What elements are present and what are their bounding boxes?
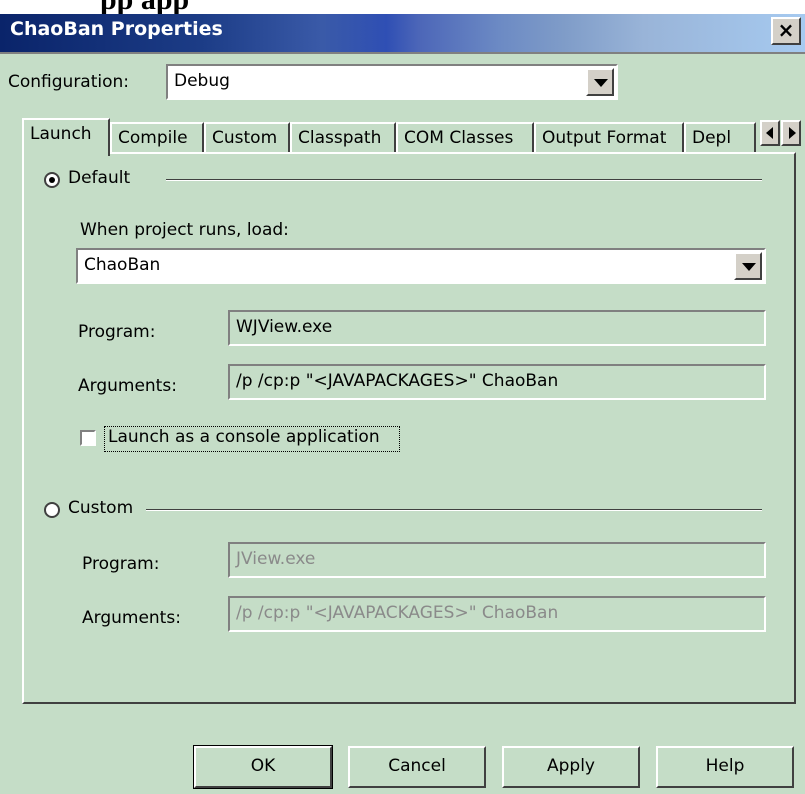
program-label: Program: — [78, 322, 156, 342]
tab-output-format[interactable]: Output Format — [534, 122, 684, 154]
ok-button[interactable]: OK — [193, 745, 333, 789]
custom-arguments-field[interactable]: /p /cp:p "<JAVAPACKAGES>" ChaoBan — [228, 596, 766, 632]
help-button[interactable]: Help — [656, 746, 794, 788]
load-select[interactable]: ChaoBan — [76, 248, 766, 284]
custom-radio[interactable] — [44, 502, 60, 518]
tab-label: COM Classes — [404, 128, 514, 148]
properties-dialog: ChaoBan Properties × Configuration: Debu… — [0, 14, 805, 794]
load-label: When project runs, load: — [80, 220, 289, 240]
program-field: WJView.exe — [228, 310, 766, 346]
title-bar[interactable]: ChaoBan Properties × — [0, 14, 805, 54]
custom-radio-label[interactable]: Custom — [68, 498, 133, 518]
custom-program-value: JView.exe — [236, 549, 316, 569]
arguments-label: Arguments: — [78, 376, 177, 396]
console-checkbox-label[interactable]: Launch as a console application — [108, 427, 380, 447]
arguments-field: /p /cp:p "<JAVAPACKAGES>" ChaoBan — [228, 364, 766, 400]
load-value: ChaoBan — [84, 255, 161, 275]
tab-label: Depl — [692, 128, 732, 148]
tab-classpath[interactable]: Classpath — [290, 122, 396, 154]
dialog-title: ChaoBan Properties — [10, 18, 223, 40]
configuration-label: Configuration: — [8, 72, 130, 92]
custom-arguments-label: Arguments: — [82, 608, 181, 628]
default-radio-label[interactable]: Default — [68, 168, 130, 188]
tab-launch[interactable]: Launch — [22, 118, 110, 156]
tab-label: Launch — [30, 124, 92, 144]
configuration-dropdown-icon[interactable] — [586, 68, 614, 96]
tab-scroll-right-icon[interactable] — [781, 120, 801, 146]
program-value: WJView.exe — [236, 317, 333, 337]
tab-label: Compile — [118, 128, 188, 148]
close-button[interactable]: × — [771, 17, 801, 45]
tab-scroll-left-icon[interactable] — [760, 120, 780, 146]
apply-button[interactable]: Apply — [502, 746, 640, 788]
tab-label: Output Format — [542, 128, 667, 148]
custom-program-field[interactable]: JView.exe — [228, 542, 766, 578]
tab-custom[interactable]: Custom — [204, 122, 290, 154]
custom-group-divider — [146, 509, 762, 511]
tab-compile[interactable]: Compile — [110, 122, 204, 154]
load-dropdown-icon[interactable] — [734, 252, 762, 280]
tab-label: Classpath — [298, 128, 382, 148]
custom-program-label: Program: — [82, 554, 160, 574]
cancel-button[interactable]: Cancel — [348, 746, 486, 788]
default-radio[interactable] — [44, 172, 60, 188]
console-checkbox[interactable] — [80, 430, 96, 446]
tab-com-classes[interactable]: COM Classes — [396, 122, 534, 154]
default-group-divider — [166, 179, 762, 181]
tab-deployment[interactable]: Depl — [684, 122, 756, 154]
custom-arguments-value: /p /cp:p "<JAVAPACKAGES>" ChaoBan — [236, 603, 559, 623]
tab-label: Custom — [212, 128, 278, 148]
configuration-select[interactable]: Debug — [166, 64, 618, 100]
configuration-value: Debug — [174, 71, 230, 91]
arguments-value: /p /cp:p "<JAVAPACKAGES>" ChaoBan — [236, 371, 559, 391]
